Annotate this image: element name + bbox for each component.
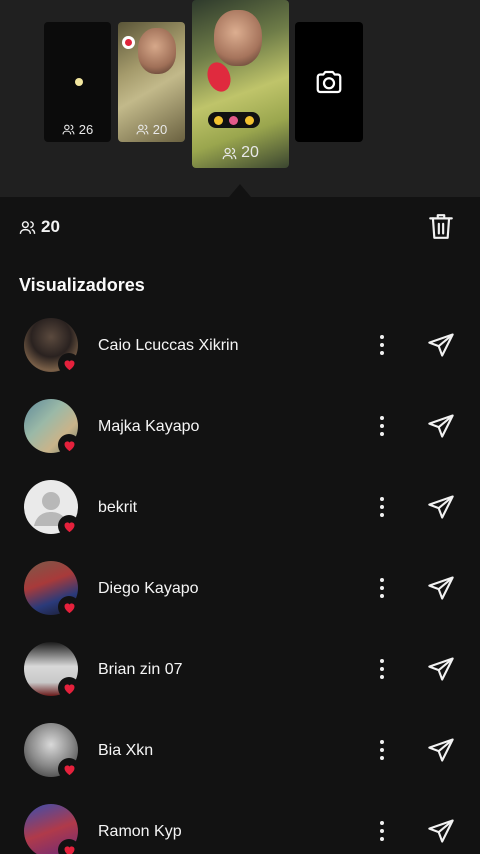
avatar[interactable] (24, 318, 80, 375)
more-options-button[interactable] (372, 333, 392, 357)
viewer-row[interactable]: Brian zin 07 (0, 629, 480, 710)
viewer-row[interactable]: Diego Kayapo (0, 548, 480, 629)
heart-icon (64, 521, 74, 532)
story-image (138, 28, 176, 74)
avatar[interactable] (24, 804, 80, 854)
viewer-row[interactable]: bekrit (0, 467, 480, 548)
viewer-row[interactable]: Ramon Kyp (0, 791, 480, 854)
total-viewers: 20 (19, 217, 60, 237)
viewer-username[interactable]: Brian zin 07 (98, 661, 183, 679)
story-content (75, 78, 83, 86)
more-options-button[interactable] (372, 495, 392, 519)
emoji-reaction-sticker (208, 112, 260, 128)
heart-like-badge (58, 839, 80, 854)
send-message-icon[interactable] (427, 412, 455, 440)
avatar[interactable] (24, 480, 80, 537)
viewer-username[interactable]: Ramon Kyp (98, 823, 182, 841)
viewer-row[interactable]: Caio Lcuccas Xikrin (0, 305, 480, 386)
heart-icon (64, 440, 74, 451)
trash-icon[interactable] (428, 213, 454, 241)
viewers-header: 20 (0, 197, 480, 259)
story-thumbnail-strip: 26 20 20 (0, 0, 480, 197)
story-image (214, 10, 262, 66)
viewer-username[interactable]: Bia Xkn (98, 742, 153, 760)
heart-icon (64, 602, 74, 613)
recording-icon (122, 36, 135, 49)
people-icon (62, 124, 75, 135)
more-options-button[interactable] (372, 738, 392, 762)
more-options-button[interactable] (372, 819, 392, 843)
send-message-icon[interactable] (427, 574, 455, 602)
viewer-row[interactable]: Bia Xkn (0, 710, 480, 791)
viewers-section-title: Visualizadores (19, 275, 145, 295)
more-options-button[interactable] (372, 657, 392, 681)
heart-icon (64, 764, 74, 775)
heart-like-badge (58, 596, 80, 618)
people-icon (136, 124, 149, 135)
avatar[interactable] (24, 642, 80, 699)
story-view-count: 20 (118, 122, 185, 137)
send-message-icon[interactable] (427, 817, 455, 845)
avatar[interactable] (24, 399, 80, 456)
viewers-list: Caio Lcuccas Xikrin Majka Kayapo bekrit … (0, 305, 480, 854)
send-message-icon[interactable] (427, 331, 455, 359)
story-view-count: 26 (44, 122, 111, 137)
heart-icon (64, 683, 74, 694)
send-message-icon[interactable] (427, 736, 455, 764)
story-thumbnail-selected[interactable]: 20 (192, 0, 289, 168)
more-options-button[interactable] (372, 576, 392, 600)
viewer-username[interactable]: Caio Lcuccas Xikrin (98, 337, 239, 355)
heart-like-badge (58, 515, 80, 537)
avatar[interactable] (24, 723, 80, 780)
viewer-username[interactable]: Majka Kayapo (98, 418, 199, 436)
story-thumbnail-1[interactable]: 26 (44, 22, 111, 142)
heart-like-badge (58, 434, 80, 456)
heart-like-badge (58, 677, 80, 699)
send-message-icon[interactable] (427, 493, 455, 521)
people-icon (222, 147, 237, 159)
viewer-username[interactable]: bekrit (98, 499, 137, 517)
story-view-count: 20 (192, 144, 289, 162)
people-icon (19, 220, 36, 234)
story-thumbnail-2[interactable]: 20 (118, 22, 185, 142)
heart-icon (64, 359, 74, 370)
viewer-row[interactable]: Majka Kayapo (0, 386, 480, 467)
avatar[interactable] (24, 561, 80, 618)
camera-icon (316, 70, 342, 94)
viewer-username[interactable]: Diego Kayapo (98, 580, 199, 598)
add-story-button[interactable] (295, 22, 363, 142)
heart-like-badge (58, 758, 80, 780)
selected-story-caret (229, 184, 251, 197)
more-options-button[interactable] (372, 414, 392, 438)
heart-icon (64, 845, 74, 854)
send-message-icon[interactable] (427, 655, 455, 683)
heart-like-badge (58, 353, 80, 375)
